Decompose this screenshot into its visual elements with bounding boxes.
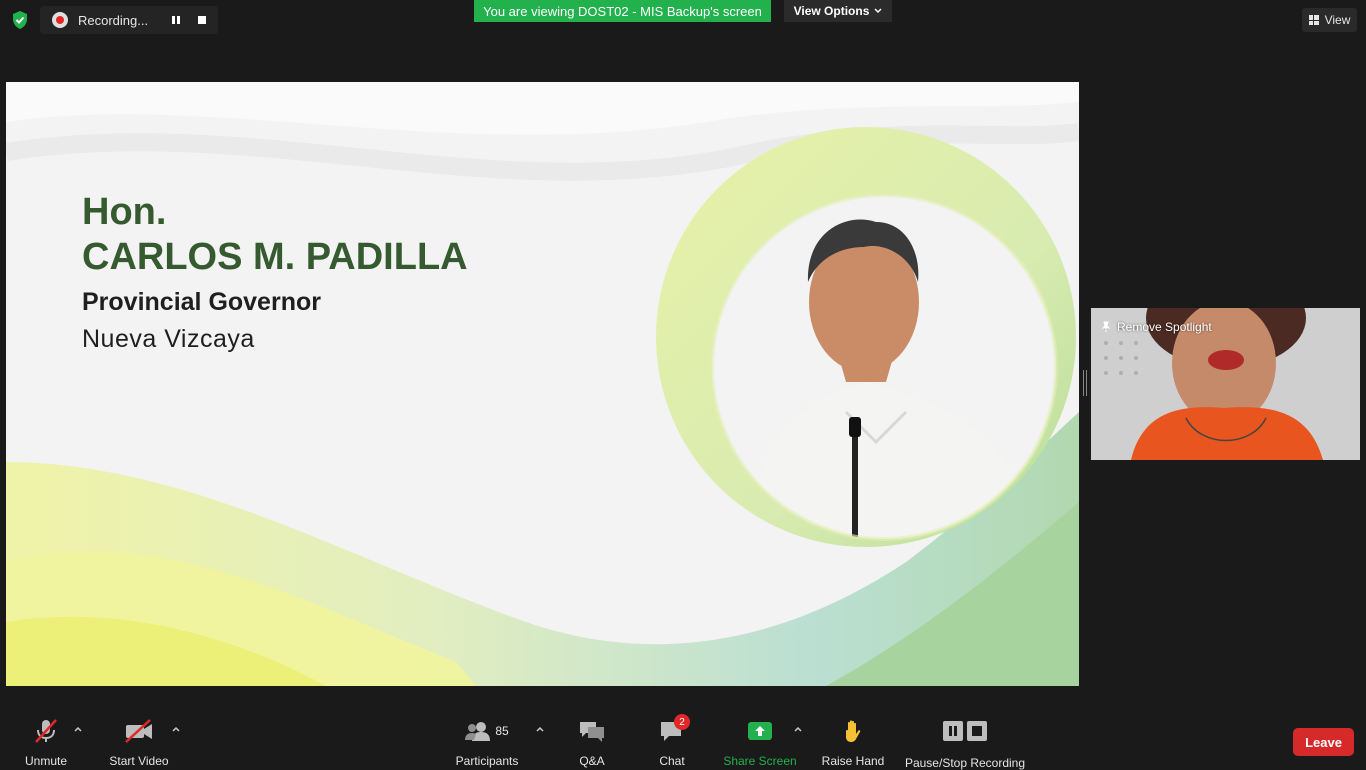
raise-hand-button[interactable]: Raise Hand: [822, 718, 884, 768]
top-bar: Recording... You are viewing DOST02 - MI…: [0, 0, 1366, 40]
qa-icon: [572, 718, 612, 744]
participant-video[interactable]: Remove Spotlight: [1091, 308, 1360, 460]
share-options-chevron-icon[interactable]: [793, 724, 803, 734]
meeting-toolbar: Unmute Start Video 85 Participants Q&A 2…: [0, 710, 1366, 770]
unmute-button[interactable]: Unmute: [22, 718, 70, 768]
remove-spotlight-button[interactable]: Remove Spotlight: [1101, 320, 1212, 334]
leave-button[interactable]: Leave: [1293, 728, 1354, 756]
qa-button[interactable]: Q&A: [572, 718, 612, 768]
participants-options-chevron-icon[interactable]: [535, 724, 545, 734]
share-screen-button[interactable]: Share Screen: [723, 718, 797, 768]
pause-recording-button[interactable]: [168, 12, 184, 28]
remove-spotlight-label: Remove Spotlight: [1117, 320, 1212, 334]
slide-text: Hon. CARLOS M. PADILLA Provincial Govern…: [82, 190, 468, 354]
pin-icon: [1101, 321, 1111, 332]
slide-name: CARLOS M. PADILLA: [82, 236, 468, 278]
share-screen-icon: [740, 718, 780, 744]
viewing-banner: You are viewing DOST02 - MIS Backup's sc…: [474, 0, 771, 22]
slide-honorific: Hon.: [82, 191, 167, 233]
record-icon: [52, 12, 68, 28]
panel-splitter[interactable]: [1083, 370, 1087, 396]
participants-label: Participants: [455, 754, 519, 768]
chat-button[interactable]: 2 Chat: [652, 714, 692, 768]
chevron-down-icon: [874, 8, 882, 14]
pause-stop-icon-group: [940, 718, 990, 744]
view-button[interactable]: View: [1302, 8, 1357, 32]
grid-icon: [1308, 15, 1319, 25]
recording-label: Recording...: [78, 12, 149, 28]
share-screen-label: Share Screen: [723, 754, 797, 768]
participants-count: 85: [495, 724, 509, 738]
chat-badge: 2: [674, 714, 690, 730]
start-video-label: Start Video: [109, 754, 169, 768]
view-options-button[interactable]: View Options: [784, 0, 892, 22]
pause-stop-recording-button[interactable]: Pause/Stop Recording: [904, 718, 1026, 770]
pause-icon: [943, 721, 963, 741]
view-options-label: View Options: [793, 4, 870, 18]
recording-indicator: Recording...: [40, 6, 218, 34]
slide-position: Provincial Governor: [82, 288, 321, 316]
start-video-button[interactable]: Start Video: [108, 718, 170, 768]
shield-icon[interactable]: [10, 10, 30, 30]
unmute-label: Unmute: [24, 754, 68, 768]
slide-province: Nueva Vizcaya: [82, 325, 255, 353]
raise-hand-label: Raise Hand: [821, 754, 885, 768]
participants-icon: [465, 722, 491, 741]
audio-options-chevron-icon[interactable]: [73, 724, 83, 734]
video-off-icon: [119, 718, 159, 744]
participants-icon-group: 85: [455, 718, 519, 744]
raise-hand-icon: [833, 718, 873, 744]
stop-icon: [967, 721, 987, 741]
shared-screen: Hon. CARLOS M. PADILLA Provincial Govern…: [6, 82, 1079, 686]
stop-recording-button[interactable]: [194, 12, 210, 28]
slide-background: [6, 82, 1079, 686]
view-label: View: [1324, 13, 1351, 27]
microphone-muted-icon: [26, 718, 66, 744]
participants-button[interactable]: 85 Participants: [455, 718, 519, 768]
qa-label: Q&A: [579, 754, 605, 768]
chat-label: Chat: [659, 754, 685, 768]
video-options-chevron-icon[interactable]: [171, 724, 181, 734]
chat-icon: 2: [652, 714, 692, 744]
